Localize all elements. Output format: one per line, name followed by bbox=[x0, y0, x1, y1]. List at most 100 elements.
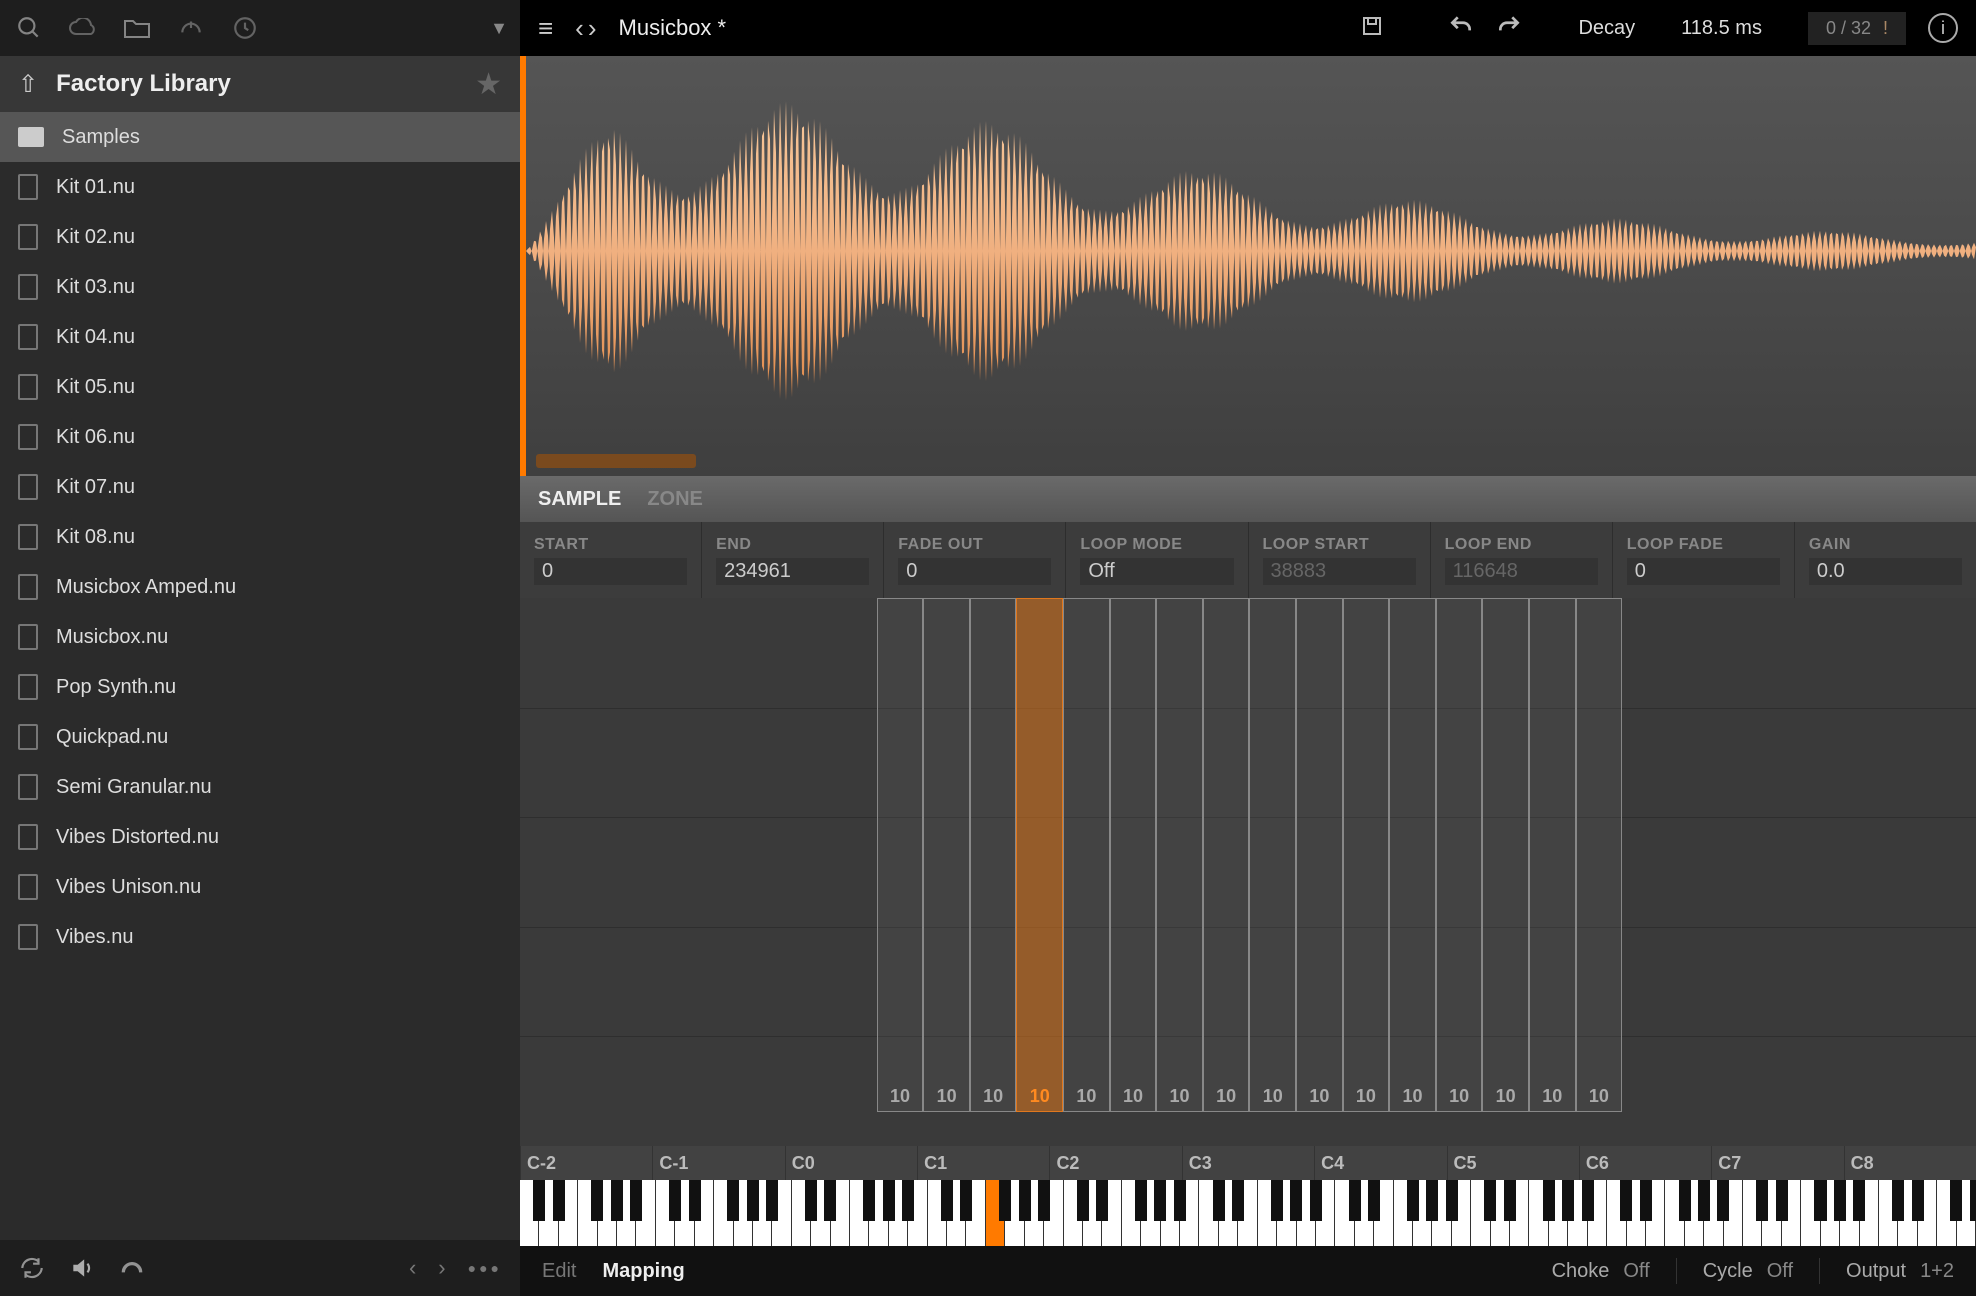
preset-name[interactable]: Musicbox * bbox=[619, 15, 727, 41]
param-gain[interactable]: GAIN0.0 bbox=[1795, 522, 1976, 598]
black-key[interactable] bbox=[1892, 1180, 1904, 1221]
zone-slot[interactable]: 10 bbox=[1343, 598, 1390, 1112]
black-key[interactable] bbox=[1679, 1180, 1691, 1221]
dropdown-icon[interactable]: ▼ bbox=[490, 18, 508, 39]
waveform-scrollbar[interactable] bbox=[536, 454, 696, 468]
tab-zone[interactable]: ZONE bbox=[647, 488, 703, 511]
black-key[interactable] bbox=[1077, 1180, 1089, 1221]
black-key[interactable] bbox=[1096, 1180, 1108, 1221]
param-loop-end[interactable]: LOOP END116648 bbox=[1431, 522, 1613, 598]
menu-icon[interactable]: ≡ bbox=[538, 13, 553, 44]
black-key[interactable] bbox=[941, 1180, 953, 1221]
black-key[interactable] bbox=[1232, 1180, 1244, 1221]
black-key[interactable] bbox=[1349, 1180, 1361, 1221]
file-item[interactable]: Musicbox.nu bbox=[0, 612, 520, 662]
black-key[interactable] bbox=[1484, 1180, 1496, 1221]
black-key[interactable] bbox=[1426, 1180, 1438, 1221]
search-icon[interactable] bbox=[12, 11, 46, 45]
black-key[interactable] bbox=[1620, 1180, 1632, 1221]
black-key[interactable] bbox=[863, 1180, 875, 1221]
black-key[interactable] bbox=[1446, 1180, 1458, 1221]
black-key[interactable] bbox=[1543, 1180, 1555, 1221]
black-key[interactable] bbox=[766, 1180, 778, 1221]
zone-slot[interactable]: 10 bbox=[1436, 598, 1483, 1112]
black-key[interactable] bbox=[1368, 1180, 1380, 1221]
black-key[interactable] bbox=[1834, 1180, 1846, 1221]
black-key[interactable] bbox=[960, 1180, 972, 1221]
black-key[interactable] bbox=[1640, 1180, 1652, 1221]
knob-icon[interactable] bbox=[118, 1254, 146, 1282]
file-item[interactable]: Kit 03.nu bbox=[0, 262, 520, 312]
param-loop-start[interactable]: LOOP START38883 bbox=[1249, 522, 1431, 598]
zone-slot[interactable]: 10 bbox=[1156, 598, 1203, 1112]
black-key[interactable] bbox=[1407, 1180, 1419, 1221]
black-key[interactable] bbox=[591, 1180, 603, 1221]
black-key[interactable] bbox=[747, 1180, 759, 1221]
refresh-icon[interactable] bbox=[18, 1254, 46, 1282]
save-icon[interactable] bbox=[1360, 14, 1384, 43]
black-key[interactable] bbox=[553, 1180, 565, 1221]
black-key[interactable] bbox=[805, 1180, 817, 1221]
cloud-icon[interactable] bbox=[66, 11, 100, 45]
zone-mapping[interactable]: 10101010101010101010101010101010 bbox=[520, 598, 1976, 1146]
black-key[interactable] bbox=[1135, 1180, 1147, 1221]
black-key[interactable] bbox=[669, 1180, 681, 1221]
black-key[interactable] bbox=[1310, 1180, 1322, 1221]
black-key[interactable] bbox=[1562, 1180, 1574, 1221]
cycle-control[interactable]: CycleOff bbox=[1703, 1260, 1793, 1283]
param-start[interactable]: START0 bbox=[520, 522, 702, 598]
black-key[interactable] bbox=[1950, 1180, 1962, 1221]
zone-slot[interactable]: 10 bbox=[1296, 598, 1343, 1112]
zone-slot[interactable]: 10 bbox=[1016, 598, 1063, 1112]
file-item[interactable]: Vibes Distorted.nu bbox=[0, 812, 520, 862]
file-item[interactable]: Vibes Unison.nu bbox=[0, 862, 520, 912]
black-key[interactable] bbox=[1038, 1180, 1050, 1221]
folder-icon[interactable] bbox=[120, 11, 154, 45]
footer-mapping[interactable]: Mapping bbox=[602, 1260, 684, 1283]
clock-icon[interactable] bbox=[228, 11, 262, 45]
file-item[interactable]: Pop Synth.nu bbox=[0, 662, 520, 712]
file-item[interactable]: Kit 04.nu bbox=[0, 312, 520, 362]
black-key[interactable] bbox=[727, 1180, 739, 1221]
black-key[interactable] bbox=[1814, 1180, 1826, 1221]
black-key[interactable] bbox=[824, 1180, 836, 1221]
param-loop-fade[interactable]: LOOP FADE0 bbox=[1613, 522, 1795, 598]
zone-slot[interactable]: 10 bbox=[1110, 598, 1157, 1112]
favorite-icon[interactable]: ★ bbox=[475, 67, 502, 102]
zone-slot[interactable]: 10 bbox=[877, 598, 924, 1112]
black-key[interactable] bbox=[1717, 1180, 1729, 1221]
tab-sample[interactable]: SAMPLE bbox=[538, 488, 621, 511]
redo-icon[interactable] bbox=[1496, 13, 1522, 44]
file-item[interactable]: Semi Granular.nu bbox=[0, 762, 520, 812]
zone-slot[interactable]: 10 bbox=[1249, 598, 1296, 1112]
param-end[interactable]: END234961 bbox=[702, 522, 884, 598]
zone-slot[interactable]: 10 bbox=[1389, 598, 1436, 1112]
output-control[interactable]: Output1+2 bbox=[1846, 1260, 1954, 1283]
black-key[interactable] bbox=[689, 1180, 701, 1221]
black-key[interactable] bbox=[1019, 1180, 1031, 1221]
dial-icon[interactable] bbox=[174, 11, 208, 45]
file-item[interactable]: Kit 05.nu bbox=[0, 362, 520, 412]
black-key[interactable] bbox=[902, 1180, 914, 1221]
zone-slot[interactable]: 10 bbox=[1063, 598, 1110, 1112]
footer-edit[interactable]: Edit bbox=[542, 1260, 576, 1283]
folder-item[interactable]: Samples bbox=[0, 112, 520, 162]
waveform-display[interactable] bbox=[520, 56, 1976, 476]
black-key[interactable] bbox=[1912, 1180, 1924, 1221]
file-item[interactable]: Kit 07.nu bbox=[0, 462, 520, 512]
file-item[interactable]: Vibes.nu bbox=[0, 912, 520, 962]
black-key[interactable] bbox=[1970, 1180, 1976, 1221]
preset-next-icon[interactable]: › bbox=[588, 13, 597, 44]
info-icon[interactable]: i bbox=[1928, 13, 1958, 43]
zone-slot[interactable]: 10 bbox=[1482, 598, 1529, 1112]
prev-icon[interactable]: ‹ bbox=[409, 1255, 416, 1281]
more-icon[interactable]: ●●● bbox=[468, 1260, 502, 1276]
zone-slot[interactable]: 10 bbox=[1529, 598, 1576, 1112]
black-key[interactable] bbox=[611, 1180, 623, 1221]
black-key[interactable] bbox=[630, 1180, 642, 1221]
black-key[interactable] bbox=[1698, 1180, 1710, 1221]
file-item[interactable]: Musicbox Amped.nu bbox=[0, 562, 520, 612]
black-key[interactable] bbox=[533, 1180, 545, 1221]
param-value[interactable]: 118.5 ms bbox=[1657, 17, 1786, 40]
file-item[interactable]: Quickpad.nu bbox=[0, 712, 520, 762]
